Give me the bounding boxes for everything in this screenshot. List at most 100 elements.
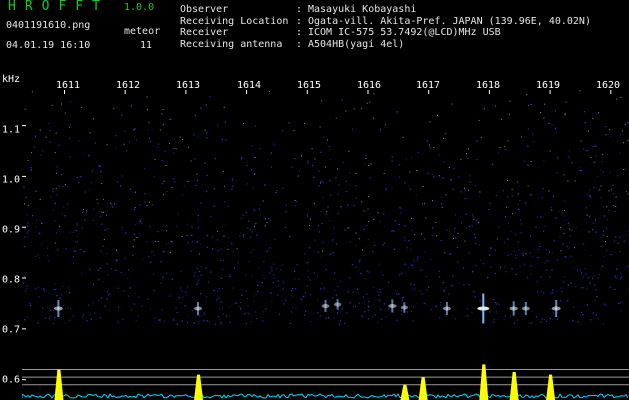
noise-dot <box>309 218 311 220</box>
noise-dot <box>374 244 376 246</box>
noise-dot <box>104 305 106 307</box>
noise-dot <box>331 251 334 253</box>
noise-dot <box>349 172 351 174</box>
noise-dot <box>355 266 357 268</box>
noise-dot <box>352 291 354 293</box>
noise-dot <box>24 319 26 321</box>
noise-dot <box>456 247 459 249</box>
noise-dot <box>295 288 297 290</box>
noise-dot <box>61 103 62 105</box>
noise-dot <box>326 211 328 213</box>
noise-dot <box>545 249 547 251</box>
noise-dot <box>602 230 604 232</box>
noise-dot <box>102 281 104 283</box>
noise-dot <box>81 316 83 318</box>
noise-dot <box>26 232 28 234</box>
meta-colon: : <box>296 38 303 50</box>
noise-dot <box>535 226 537 228</box>
noise-dot <box>239 301 241 304</box>
noise-dot <box>564 113 566 115</box>
noise-dot <box>596 113 598 115</box>
noise-dot <box>110 202 112 204</box>
noise-dot <box>186 234 188 236</box>
noise-dot <box>176 311 178 314</box>
noise-dot <box>193 134 195 136</box>
noise-dot <box>494 272 497 274</box>
noise-dot <box>35 288 37 290</box>
noise-dot <box>560 227 562 229</box>
noise-dot <box>28 230 30 232</box>
noise-dot <box>292 288 294 290</box>
noise-dot <box>52 309 54 311</box>
noise-dot <box>593 275 595 278</box>
noise-dot <box>413 284 415 286</box>
noise-dot <box>430 258 432 260</box>
noise-dot <box>195 184 197 187</box>
noise-dot <box>322 250 323 252</box>
noise-dot <box>619 152 621 154</box>
noise-dot <box>348 277 350 279</box>
noise-dot <box>348 227 350 229</box>
noise-dot <box>216 239 219 241</box>
noise-dot <box>46 306 49 308</box>
noise-dot <box>37 254 39 256</box>
noise-dot <box>543 103 545 105</box>
noise-dot <box>590 157 592 158</box>
noise-dot <box>361 201 363 203</box>
noise-dot <box>406 311 408 313</box>
noise-dot <box>590 254 592 257</box>
noise-dot <box>497 152 499 154</box>
noise-dot <box>517 241 519 243</box>
noise-dot <box>100 250 102 252</box>
noise-dot <box>431 174 433 176</box>
noise-dot <box>492 321 494 323</box>
noise-dot <box>49 141 51 143</box>
noise-dot <box>115 269 117 271</box>
noise-dot <box>48 123 50 125</box>
noise-dot <box>320 255 322 257</box>
noise-dot <box>196 284 198 286</box>
noise-dot <box>426 275 428 278</box>
noise-dot <box>504 145 506 147</box>
noise-dot <box>388 281 390 284</box>
noise-dot <box>122 318 124 320</box>
noise-dot <box>152 250 154 252</box>
noise-dot <box>307 270 309 272</box>
noise-dot <box>625 191 627 193</box>
noise-dot <box>549 317 551 320</box>
noise-dot <box>585 273 587 275</box>
noise-dot <box>483 108 485 110</box>
noise-dot <box>353 204 355 206</box>
noise-dot <box>198 323 200 325</box>
noise-dot <box>367 208 369 210</box>
noise-dot <box>61 213 63 215</box>
noise-dot <box>191 296 193 298</box>
noise-dot <box>424 251 426 253</box>
noise-dot <box>549 308 552 310</box>
noise-dot <box>123 290 125 292</box>
noise-dot <box>328 145 331 148</box>
noise-dot <box>144 201 146 203</box>
noise-dot <box>229 274 231 276</box>
noise-dot <box>63 304 65 306</box>
noise-dot <box>373 218 375 220</box>
noise-dot <box>540 216 542 218</box>
noise-dot <box>144 168 146 170</box>
noise-dot <box>54 289 57 291</box>
noise-dot <box>185 294 188 296</box>
noise-dot <box>265 218 267 220</box>
noise-dot <box>342 161 344 164</box>
noise-dot <box>587 150 589 152</box>
noise-dot <box>368 271 370 273</box>
noise-dot <box>76 236 78 238</box>
noise-dot <box>217 290 219 292</box>
noise-dot <box>586 304 588 306</box>
noise-dot <box>142 258 144 260</box>
noise-dot <box>615 277 617 279</box>
noise-dot <box>43 288 45 290</box>
noise-dot <box>166 272 168 274</box>
noise-dot <box>369 177 371 179</box>
noise-dot <box>530 265 532 267</box>
noise-dot <box>624 168 626 170</box>
noise-dot <box>490 266 492 268</box>
